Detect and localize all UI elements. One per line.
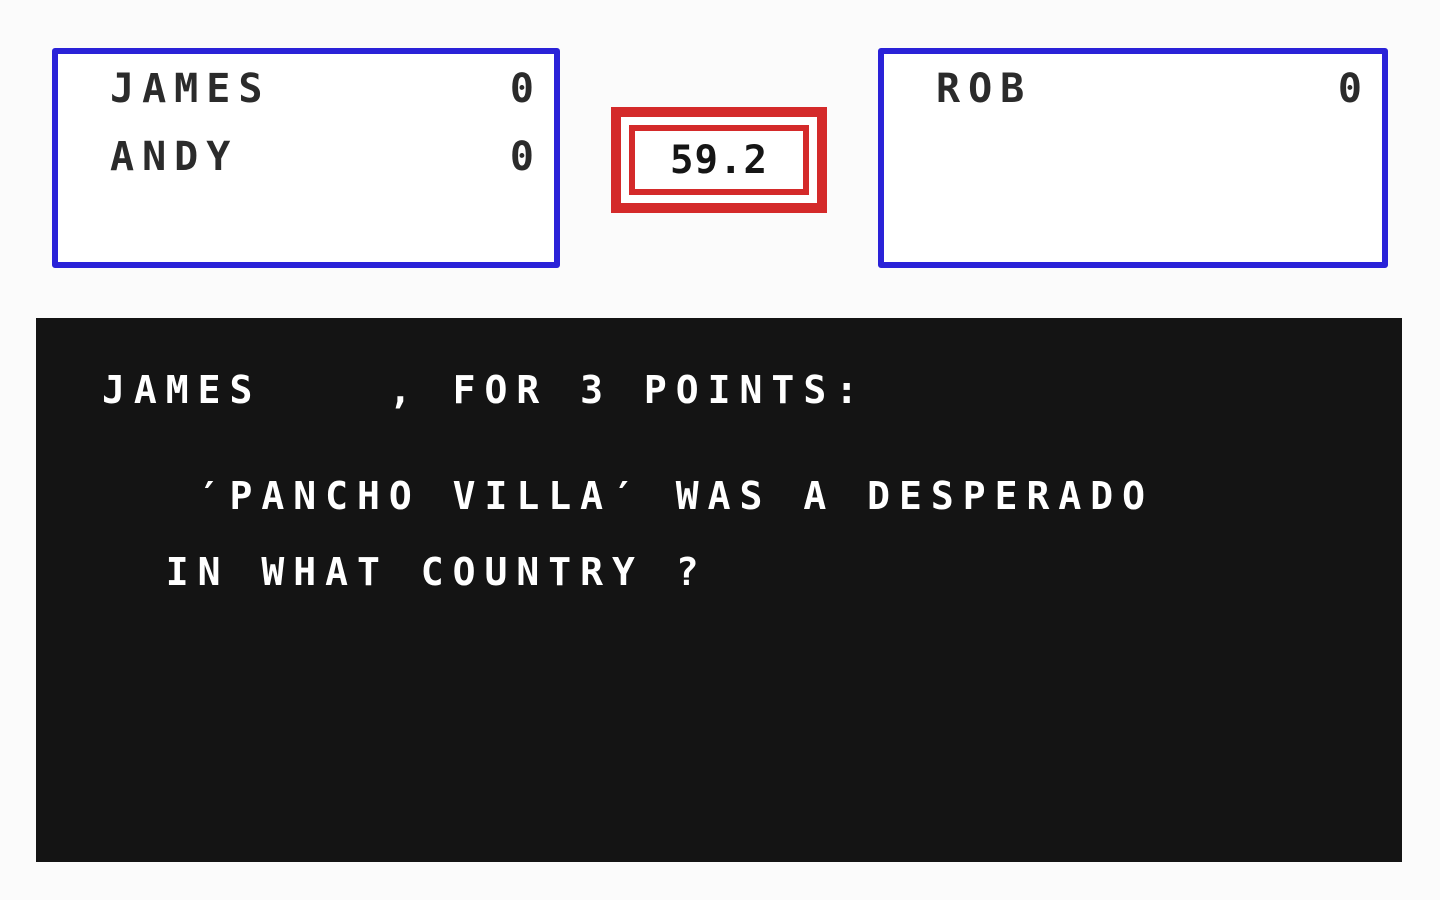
timer-face: 59.2 — [635, 131, 803, 189]
timer-inner-ring: 59.2 — [629, 125, 809, 195]
question-panel: JAMES , FOR 3 POINTS: ′PANCHO VILLA′ WAS… — [36, 318, 1402, 862]
score-panel-right: ROB 0 — [878, 48, 1388, 268]
player-name: JAMES — [110, 66, 271, 112]
timer-outer-ring: 59.2 — [621, 117, 817, 203]
game-screen: JAMES 0 ANDY 0 59.2 ROB 0 JAMES , FOR 3 … — [0, 0, 1440, 900]
score-row: ROB 0 — [884, 62, 1382, 116]
timer-value: 59.2 — [670, 137, 768, 183]
question-text-line: ′PANCHO VILLA′ WAS A DESPERADO — [102, 474, 1154, 518]
player-name: ROB — [936, 66, 1033, 112]
score-row: ANDY 0 — [58, 130, 554, 184]
question-text-line: IN WHAT COUNTRY ? — [102, 550, 708, 594]
player-name: ANDY — [110, 134, 239, 180]
score-panel-right-inner: ROB 0 — [884, 54, 1382, 262]
question-prompt: JAMES , FOR 3 POINTS: — [102, 368, 868, 412]
score-row: JAMES 0 — [58, 62, 554, 116]
score-panel-left-inner: JAMES 0 ANDY 0 — [58, 54, 554, 262]
score-panel-left: JAMES 0 ANDY 0 — [52, 48, 560, 268]
countdown-timer: 59.2 — [611, 107, 827, 213]
player-score: 0 — [509, 66, 534, 112]
player-score: 0 — [509, 134, 534, 180]
player-score: 0 — [1337, 66, 1362, 112]
